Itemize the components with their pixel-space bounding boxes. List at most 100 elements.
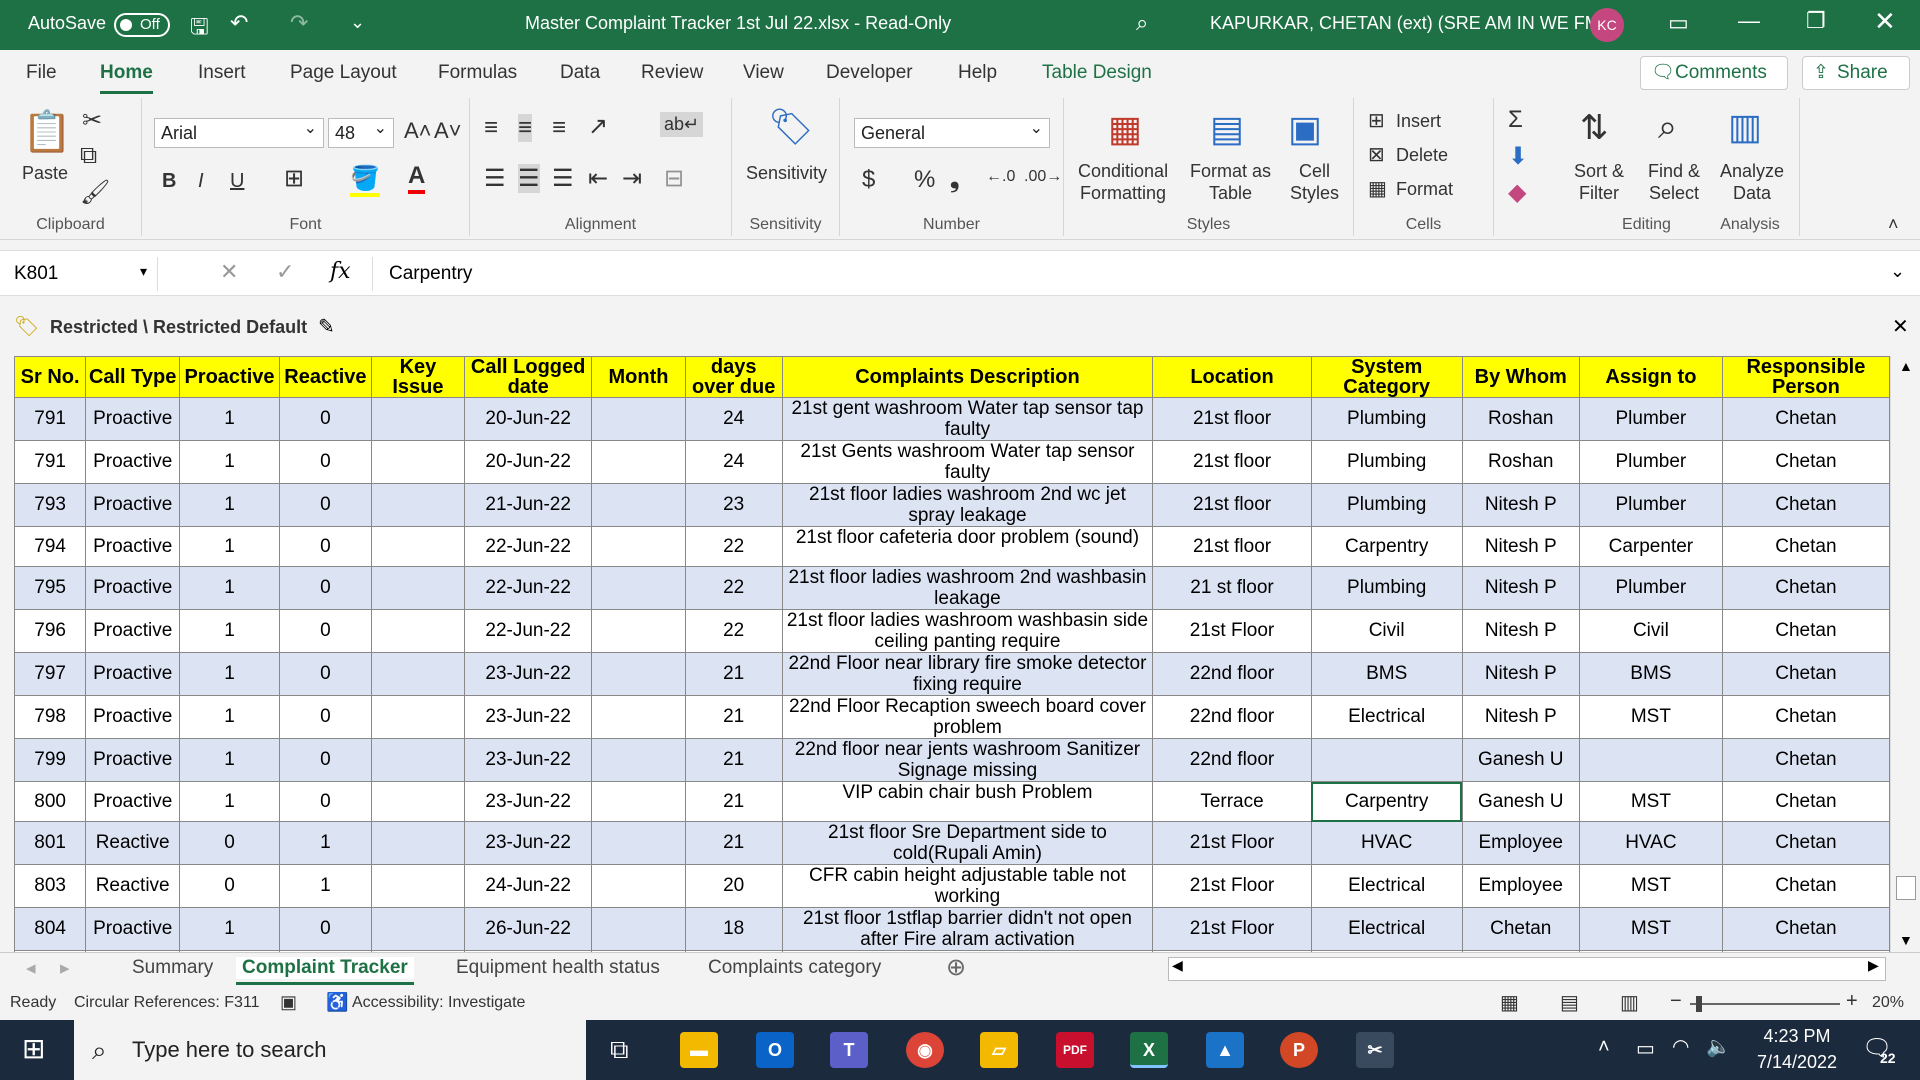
wifi-icon[interactable]: ◠: [1672, 1034, 1689, 1059]
save-icon[interactable]: 🖫: [190, 10, 209, 48]
table-cell[interactable]: BMS: [1578, 652, 1723, 696]
table-cell[interactable]: 21: [684, 652, 783, 696]
font-color-icon[interactable]: A: [408, 162, 426, 194]
table-cell[interactable]: 21st Floor: [1152, 864, 1312, 908]
table-cell[interactable]: Plumber: [1578, 397, 1723, 441]
table-cell[interactable]: [370, 483, 466, 527]
table-cell[interactable]: 0: [278, 397, 372, 441]
table-cell[interactable]: Chetan: [1721, 781, 1890, 822]
table-cell[interactable]: 795: [14, 566, 87, 610]
table-cell[interactable]: 798: [14, 695, 87, 739]
table-cell[interactable]: 21st floor: [1152, 440, 1312, 484]
italic-button[interactable]: I: [198, 170, 204, 192]
decrease-decimal-icon[interactable]: .00→: [1024, 168, 1062, 186]
column-header[interactable]: Assign to: [1578, 356, 1723, 398]
font-name-select[interactable]: Arial: [154, 115, 324, 148]
column-header[interactable]: Sr No.: [14, 356, 87, 398]
table-cell[interactable]: 22: [684, 566, 783, 610]
table-cell[interactable]: Plumbing: [1310, 566, 1463, 610]
clear-icon[interactable]: ◆: [1508, 178, 1526, 207]
increase-decimal-icon[interactable]: ←.0: [986, 168, 1015, 186]
sticky-notes-icon[interactable]: ▱: [980, 1032, 1018, 1068]
share-button[interactable]: ⇪ Share: [1802, 56, 1910, 90]
comma-icon[interactable]: ❟: [950, 166, 959, 194]
tab-page-layout[interactable]: Page Layout: [290, 62, 397, 84]
table-cell[interactable]: Chetan: [1721, 695, 1890, 739]
table-cell[interactable]: 23-Jun-22: [464, 738, 593, 782]
table-cell[interactable]: Nitesh P: [1461, 695, 1580, 739]
table-cell[interactable]: 18: [684, 907, 783, 951]
table-cell[interactable]: Reactive: [85, 821, 181, 865]
bold-button[interactable]: B: [162, 170, 176, 192]
table-cell[interactable]: 0: [278, 695, 372, 739]
number-format-select[interactable]: General: [854, 115, 1050, 148]
table-cell[interactable]: Nitesh P: [1461, 483, 1580, 527]
decrease-font-icon[interactable]: A˅: [434, 118, 462, 144]
table-cell[interactable]: Civil: [1578, 609, 1723, 653]
currency-icon[interactable]: $: [862, 166, 875, 194]
tab-formulas[interactable]: Formulas: [438, 62, 517, 84]
file-title[interactable]: Master Complaint Tracker 1st Jul 22.xlsx…: [525, 13, 951, 34]
table-cell[interactable]: Carpenter: [1578, 526, 1723, 567]
table-cell[interactable]: 22nd floor: [1152, 652, 1312, 696]
paste-button[interactable]: Paste: [22, 162, 68, 184]
table-cell[interactable]: MST: [1578, 781, 1723, 822]
table-cell[interactable]: CFR cabin height adjustable table not wo…: [781, 864, 1154, 908]
insert-function-icon[interactable]: fx: [330, 259, 351, 284]
sensitivity-icon[interactable]: 🏷: [768, 106, 814, 148]
table-cell[interactable]: Proactive: [85, 695, 181, 739]
table-cell[interactable]: [370, 907, 466, 951]
table-cell[interactable]: Roshan: [1461, 440, 1580, 484]
table-cell[interactable]: 21st floor ladies washroom washbasin sid…: [781, 609, 1154, 653]
table-cell[interactable]: Plumbing: [1310, 440, 1463, 484]
worksheet-grid[interactable]: Sr No. Call Type Proactive Reactive Key Issu…: [14, 356, 1890, 952]
restore-icon[interactable]: ❐: [1806, 8, 1826, 34]
table-cell[interactable]: Chetan: [1721, 907, 1890, 951]
tab-data[interactable]: Data: [560, 62, 600, 84]
sort-filter-icon[interactable]: ⇅: [1580, 108, 1609, 148]
table-cell[interactable]: Electrical: [1310, 864, 1463, 908]
table-cell[interactable]: [1578, 738, 1723, 782]
find-select-button[interactable]: Find & Select: [1648, 160, 1700, 204]
table-cell[interactable]: 0: [278, 483, 372, 527]
table-cell[interactable]: Employee: [1461, 821, 1580, 865]
table-cell[interactable]: Proactive: [85, 483, 181, 527]
table-cell[interactable]: 0: [278, 526, 372, 567]
table-cell[interactable]: 21st floor ladies washroom 2nd washbasin…: [781, 566, 1154, 610]
table-cell[interactable]: 797: [14, 652, 87, 696]
insert-cells-button[interactable]: Insert: [1396, 110, 1441, 132]
prev-sheet-icon[interactable]: ◂: [26, 957, 36, 980]
table-cell[interactable]: 22nd floor near jents washroom Sanitizer…: [781, 738, 1154, 782]
zoom-slider[interactable]: [1690, 1003, 1840, 1005]
table-cell[interactable]: MST: [1578, 907, 1723, 951]
table-cell[interactable]: Chetan: [1721, 483, 1890, 527]
scroll-right-icon[interactable]: ▶: [1868, 957, 1879, 974]
table-cell[interactable]: 1: [179, 483, 280, 527]
format-cells-button[interactable]: Format: [1396, 178, 1453, 200]
merge-center-icon[interactable]: ⊟: [664, 164, 684, 193]
sheet-tab-summary[interactable]: Summary: [132, 957, 213, 979]
table-cell[interactable]: Nitesh P: [1461, 566, 1580, 610]
table-cell[interactable]: Carpentry: [1310, 526, 1463, 567]
table-cell[interactable]: VIP cabin chair bush Problem: [781, 781, 1154, 822]
sheet-tab-complaint-tracker[interactable]: Complaint Tracker: [236, 957, 414, 985]
table-cell[interactable]: 21st floor: [1152, 397, 1312, 441]
table-cell[interactable]: 1: [278, 864, 372, 908]
table-cell[interactable]: [370, 695, 466, 739]
table-cell[interactable]: Nitesh P: [1461, 652, 1580, 696]
table-cell[interactable]: 0: [278, 440, 372, 484]
table-cell[interactable]: 22-Jun-22: [464, 566, 593, 610]
table-cell[interactable]: Proactive: [85, 781, 181, 822]
scroll-thumb[interactable]: [1896, 876, 1916, 900]
table-cell[interactable]: 1: [179, 781, 280, 822]
battery-icon[interactable]: ▭: [1636, 1036, 1655, 1061]
table-cell[interactable]: [591, 738, 686, 782]
excel-icon[interactable]: X: [1130, 1032, 1168, 1068]
tab-developer[interactable]: Developer: [826, 62, 913, 84]
table-cell[interactable]: 22: [684, 526, 783, 567]
copy-icon[interactable]: ⧉: [80, 142, 97, 170]
table-cell[interactable]: Proactive: [85, 526, 181, 567]
table-cell[interactable]: 21st floor cafeteria door problem (sound…: [781, 526, 1154, 567]
add-sheet-icon[interactable]: ⊕: [946, 953, 966, 982]
show-hidden-icons-icon[interactable]: ˄: [1598, 1036, 1610, 1059]
